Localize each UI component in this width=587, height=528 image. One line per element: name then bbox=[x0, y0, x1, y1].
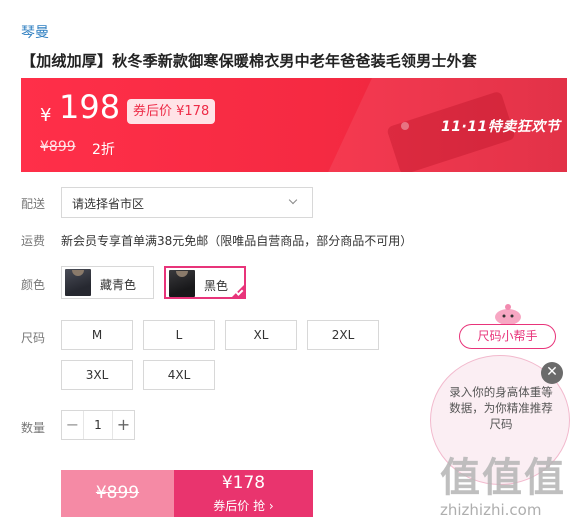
size-option-l[interactable]: L bbox=[143, 320, 215, 350]
size-helper-text: 录入你的身高体重等数据，为你精准推荐尺码 bbox=[449, 385, 553, 431]
size-option-m[interactable]: M bbox=[61, 320, 133, 350]
size-helper-button[interactable]: 尺码小帮手 bbox=[459, 324, 556, 349]
color-name: 黑色 bbox=[204, 279, 229, 293]
chevron-down-icon bbox=[288, 195, 298, 205]
watermark-logo-text: 值值值 bbox=[440, 455, 566, 501]
product-thumbnail bbox=[65, 269, 91, 296]
delivery-label: 配送 bbox=[21, 197, 46, 211]
size-option-4xl[interactable]: 4XL bbox=[143, 360, 215, 390]
original-price: ¥899 bbox=[40, 139, 76, 155]
product-title: 【加绒加厚】秋冬季新款御寒保暖棉衣男中老年爸爸装毛领男士外套 bbox=[21, 52, 478, 70]
promo-event-label: 11·11特卖狂欢节 bbox=[441, 119, 561, 135]
size-label: 尺码 bbox=[21, 331, 46, 345]
color-name: 藏青色 bbox=[100, 278, 137, 292]
coupon-price-tag: 券后价 ¥178 bbox=[127, 99, 216, 124]
watermark: 值值值 zhizhizhi.com bbox=[432, 445, 582, 525]
currency-symbol: ¥ bbox=[40, 105, 52, 126]
watermark-url: zhizhizhi.com bbox=[440, 501, 542, 519]
button-coupon-action: 券后价 抢 › bbox=[213, 499, 274, 513]
brand-name[interactable]: 琴曼 bbox=[21, 22, 49, 42]
coupon-buy-button[interactable]: ¥178 券后价 抢 › bbox=[174, 470, 313, 517]
banner-dot-decoration bbox=[401, 122, 409, 130]
region-select-value: 请选择省市区 bbox=[72, 197, 145, 211]
color-option-black[interactable]: 黑色 bbox=[164, 266, 246, 299]
size-option-xl[interactable]: XL bbox=[225, 320, 297, 350]
price-banner: ¥ 198 券后价 ¥178 ¥899 2折 11·11特卖狂欢节 bbox=[21, 78, 567, 172]
size-option-3xl[interactable]: 3XL bbox=[61, 360, 133, 390]
region-select[interactable]: 请选择省市区 bbox=[61, 187, 313, 218]
close-icon[interactable]: ✕ bbox=[541, 362, 563, 384]
quantity-decrease-button[interactable]: − bbox=[62, 411, 84, 439]
original-price-button[interactable]: ¥899 bbox=[61, 470, 174, 517]
discount-label: 2折 bbox=[92, 142, 115, 158]
quantity-increase-button[interactable]: + bbox=[112, 411, 134, 439]
shipping-info: 新会员专享首单满38元免邮（限唯品自营商品，部分商品不可用） bbox=[61, 234, 413, 248]
button-coupon-price: ¥178 bbox=[221, 473, 266, 493]
current-price: 198 bbox=[59, 88, 121, 126]
shipping-label: 运费 bbox=[21, 234, 46, 248]
product-thumbnail bbox=[169, 270, 195, 297]
mascot-icon bbox=[495, 304, 521, 325]
color-label: 颜色 bbox=[21, 278, 46, 292]
quantity-label: 数量 bbox=[21, 421, 46, 435]
size-option-2xl[interactable]: 2XL bbox=[307, 320, 379, 350]
button-original-price: ¥899 bbox=[95, 483, 140, 503]
quantity-value[interactable]: 1 bbox=[84, 411, 112, 439]
quantity-stepper: − 1 + bbox=[61, 410, 135, 440]
color-option-navy[interactable]: 藏青色 bbox=[61, 266, 154, 299]
